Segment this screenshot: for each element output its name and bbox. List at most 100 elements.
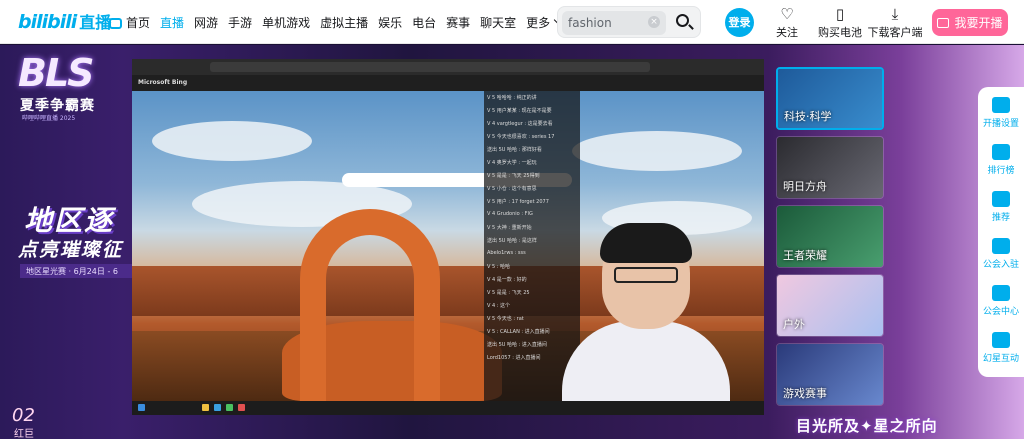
buy-battery-label: 购买电池 <box>818 26 862 39</box>
room-card-honor-of-kings[interactable]: 王者荣耀 <box>776 205 884 268</box>
download-client-button[interactable]: ⤓ 下载客户端 <box>866 4 924 40</box>
corner-text: 红巨 <box>14 429 34 439</box>
sidebar-item-interaction[interactable]: 幻星互动 <box>978 332 1024 364</box>
ranking-icon <box>992 144 1010 160</box>
live-video-player[interactable]: Microsoft Bing V 5 哈哈哈 : 纯正的讲 V 5 用户某某 : … <box>132 59 764 415</box>
nav-single-games[interactable]: 单机游戏 <box>257 0 315 44</box>
room-card-label: 游戏赛事 <box>783 387 827 400</box>
sidebar-label: 排行榜 <box>987 166 1015 176</box>
nav-mobile-games-label: 手游 <box>228 15 253 30</box>
battery-icon: ▯ <box>835 5 845 23</box>
bls-subtitle: 夏季争霸赛 <box>20 98 95 114</box>
top-navigation-bar: bilibili 直播 首页 直播 网游 手游 单机游戏 虚拟主播 娱乐 电台 … <box>0 0 1024 44</box>
region-title: 地区逐 <box>24 204 115 237</box>
cloud <box>152 121 312 161</box>
follow-label: 关注 <box>776 26 798 39</box>
sidebar-item-guild-join[interactable]: 公会入驻 <box>978 238 1024 270</box>
main-nav: 首页 直播 网游 手游 单机游戏 虚拟主播 娱乐 电台 赛事 聊天室 更多 <box>104 0 566 44</box>
search-box: fashion × <box>557 6 701 38</box>
nav-online-games[interactable]: 网游 <box>189 0 223 44</box>
nav-home-label: 首页 <box>126 15 151 30</box>
recommend-icon <box>992 191 1010 207</box>
broadcast-settings-icon <box>992 97 1010 113</box>
nav-esports-label: 赛事 <box>446 15 471 30</box>
sidebar-label: 推荐 <box>991 213 1010 223</box>
sidebar-label: 幻星互动 <box>982 354 1019 364</box>
sidebar-label: 公会中心 <box>982 307 1019 317</box>
streamer-glasses <box>614 267 678 283</box>
windows-start-icon <box>138 404 145 411</box>
tv-icon <box>109 17 122 29</box>
cloud <box>572 131 742 171</box>
folder-icon <box>202 404 209 411</box>
nav-vtuber-label: 虚拟主播 <box>320 15 369 30</box>
room-card-esports[interactable]: 游戏赛事 <box>776 343 884 406</box>
chat-message: V 4 Grudonio : FIG <box>487 211 533 217</box>
search-icon[interactable] <box>676 14 689 27</box>
guild-center-icon <box>992 285 1010 301</box>
buy-battery-button[interactable]: ▯ 购买电池 <box>816 4 864 40</box>
interaction-icon <box>992 332 1010 348</box>
nav-chatroom[interactable]: 聊天室 <box>475 0 521 44</box>
follow-button[interactable]: ♡ 关注 <box>772 4 802 40</box>
room-card-outdoor[interactable]: 户外 <box>776 274 884 337</box>
room-card-label: 明日方舟 <box>783 180 827 193</box>
sidebar-item-ranking[interactable]: 排行榜 <box>978 144 1024 176</box>
nav-live[interactable]: 直播 <box>155 0 189 44</box>
promo-slogan: 目光所及✦星之所向 <box>796 417 938 435</box>
nav-online-games-label: 网游 <box>194 15 219 30</box>
windows-taskbar <box>132 401 764 415</box>
sidebar-item-broadcast-settings[interactable]: 开播设置 <box>978 97 1024 129</box>
chat-message: V 5 用户某某 : 现在是不是要 <box>487 108 552 114</box>
chat-message: 送出 5U 哈哈 : 那样好看 <box>487 147 542 153</box>
nav-entertainment-label: 娱乐 <box>378 15 403 30</box>
bilibili-live-logo[interactable]: bilibili 直播 <box>18 9 111 33</box>
start-live-label: 我要开播 <box>954 16 1003 30</box>
sidebar-item-guild-center[interactable]: 公会中心 <box>978 285 1024 317</box>
chat-message: V 4 奥罗大学 : 一起玩 <box>487 160 537 166</box>
browser-url-bar <box>210 62 650 72</box>
clear-search-icon[interactable]: × <box>648 16 660 28</box>
edge-icon <box>214 404 221 411</box>
nav-entertainment[interactable]: 娱乐 <box>373 0 407 44</box>
app-icon <box>238 404 245 411</box>
chat-message: V 5 哈哈哈 : 纯正的讲 <box>487 95 537 101</box>
guild-join-icon <box>992 238 1010 254</box>
nav-live-label: 直播 <box>160 15 185 30</box>
nav-vtuber[interactable]: 虚拟主播 <box>315 0 373 44</box>
promo-banner-left[interactable]: BLS 夏季争霸赛 哔哩哔哩直播 2025 地区逐 点亮璀璨征 地区星光赛 · … <box>0 45 132 439</box>
nav-home[interactable]: 首页 <box>104 0 155 44</box>
region-date-bar: 地区星光赛 · 6月24日 - 6 <box>20 264 132 278</box>
streamer-camera <box>562 223 762 415</box>
nav-radio[interactable]: 电台 <box>407 0 441 44</box>
login-button[interactable]: 登录 <box>725 8 754 37</box>
sidebar-item-recommend[interactable]: 推荐 <box>978 191 1024 223</box>
region-subtitle: 点亮璀璨征 <box>18 239 124 261</box>
browser-title: Microsoft Bing <box>138 79 188 86</box>
recommended-rooms: 科技·科学 明日方舟 王者荣耀 户外 游戏赛事 <box>776 67 886 407</box>
nav-single-games-label: 单机游戏 <box>262 15 311 30</box>
room-card-arknights[interactable]: 明日方舟 <box>776 136 884 199</box>
chat-message: V 4 vargtlegur : 这是要去看 <box>487 121 553 127</box>
browser-chrome <box>132 59 764 75</box>
chat-message: V 5 小仓 : 这个有意思 <box>487 186 537 192</box>
download-icon: ⤓ <box>891 5 899 23</box>
live-stage: BLS 夏季争霸赛 哔哩哔哩直播 2025 地区逐 点亮璀璨征 地区星光赛 · … <box>0 45 1024 439</box>
room-card-label: 户外 <box>783 318 805 331</box>
room-card-tech[interactable]: 科技·科学 <box>776 67 884 130</box>
right-sidebar: 开播设置 排行榜 推荐 公会入驻 公会中心 幻星互动 <box>978 87 1024 377</box>
nav-chatroom-label: 聊天室 <box>480 15 517 30</box>
room-card-label: 王者荣耀 <box>783 249 827 262</box>
logo-text: bilibili <box>18 11 77 33</box>
app-icon <box>226 404 233 411</box>
start-live-button[interactable]: 我要开播 <box>932 9 1008 36</box>
browser-tab-bar: Microsoft Bing <box>132 75 764 91</box>
corner-number: 02 <box>12 405 35 426</box>
bls-small-text: 哔哩哔哩直播 2025 <box>22 115 76 122</box>
sidebar-label: 开播设置 <box>982 119 1019 129</box>
nav-mobile-games[interactable]: 手游 <box>223 0 257 44</box>
nav-esports[interactable]: 赛事 <box>441 0 475 44</box>
chat-message: V 5 是是 : 飞天 25得到 <box>487 173 540 179</box>
chat-message: V 5 用户 : 17 forget 2077 <box>487 199 549 205</box>
sidebar-label: 公会入驻 <box>982 260 1019 270</box>
